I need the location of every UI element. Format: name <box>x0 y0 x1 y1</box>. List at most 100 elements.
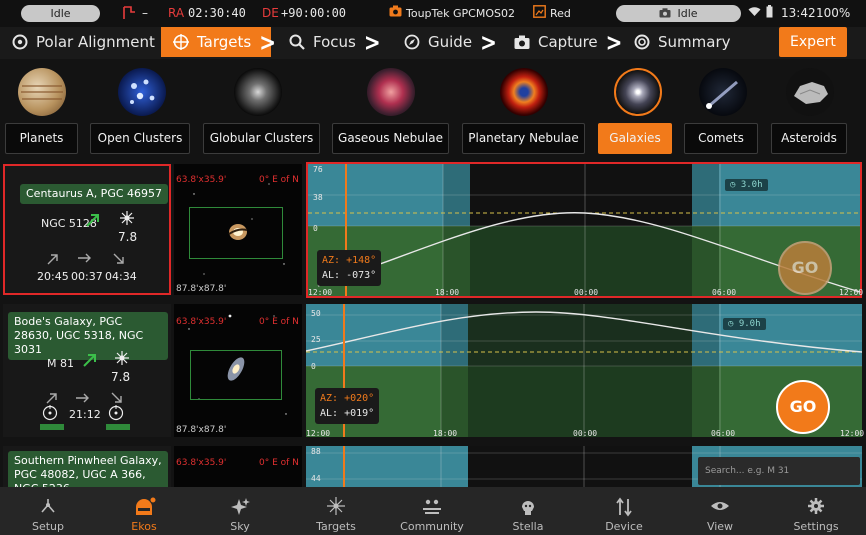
community-icon <box>422 497 442 515</box>
comet-image[interactable] <box>699 68 747 116</box>
clock-time: 13:42 <box>781 6 816 20</box>
search-icon <box>289 34 305 50</box>
setup-icon <box>38 497 58 515</box>
category-planetary-nebulae[interactable]: Planetary Nebulae <box>462 123 585 154</box>
expert-button[interactable]: Expert <box>779 27 847 57</box>
category-gaseous-nebulae[interactable]: Gaseous Nebulae <box>332 123 449 154</box>
nav-label: Targets <box>316 520 356 533</box>
nav-sky[interactable]: Sky <box>192 487 288 535</box>
y-tick: 76 <box>313 165 323 174</box>
al-value: AL: +019° <box>320 408 375 419</box>
altitude-chart[interactable]: 50 25 0 12:00 18:00 00:00 06:00 12:00 ◷ … <box>306 304 864 438</box>
tab-polar-alignment[interactable]: Polar Alignment > <box>0 27 180 57</box>
altitude-graph <box>308 164 860 296</box>
go-button[interactable]: GO <box>778 241 832 295</box>
nav-label: Sky <box>230 520 250 533</box>
summary-icon <box>634 34 650 50</box>
mount-status-pill[interactable]: Idle <box>21 5 100 22</box>
al-value: AL: -073° <box>322 270 377 281</box>
target-info-card[interactable]: Bode's Galaxy, PGC 28630, UGC 5318, NGC … <box>3 304 171 437</box>
tab-capture[interactable]: Capture > <box>508 27 623 57</box>
nav-label: Setup <box>31 520 65 533</box>
tracking-value: – <box>142 6 148 20</box>
ekos-icon <box>134 496 157 515</box>
set-time: 04:34 <box>105 270 137 283</box>
category-galaxies[interactable]: Galaxies <box>598 123 672 154</box>
az-al-readout: AZ: +148° AL: -073° <box>317 250 382 286</box>
battery-level: 100% <box>816 6 851 20</box>
chevron-right-icon: > <box>480 27 497 57</box>
nav-view[interactable]: View <box>672 487 768 535</box>
target-thumbnail[interactable]: 63.8'x35.9' 0° E of N <box>174 446 302 487</box>
go-button[interactable]: GO <box>776 380 830 434</box>
tab-label: Capture <box>538 33 598 51</box>
x-tick: 18:00 <box>433 429 458 438</box>
nav-device[interactable]: Device <box>576 487 672 535</box>
duration-value: 3.0h <box>740 180 763 190</box>
nav-ekos[interactable]: Ekos <box>96 487 192 535</box>
tab-guide[interactable]: Guide > <box>398 27 503 57</box>
nav-community[interactable]: Community <box>384 487 480 535</box>
x-tick: 12:00 <box>308 288 333 297</box>
az-value: AZ: +020° <box>320 393 375 404</box>
magnitude-icon <box>115 351 129 368</box>
filter-name: Red <box>550 7 571 20</box>
nav-targets[interactable]: Targets <box>288 487 384 535</box>
camera-icon <box>389 5 402 21</box>
ra-label: RA <box>168 6 185 20</box>
nebula-image[interactable] <box>367 68 415 116</box>
wifi-icon <box>748 6 761 21</box>
transit-time: 21:12 <box>69 408 101 421</box>
pleiades-image[interactable] <box>118 68 166 116</box>
y-tick: 0 <box>311 362 316 371</box>
sky-icon <box>230 497 250 515</box>
mount-tracking-icon <box>122 4 136 24</box>
nav-settings[interactable]: Settings <box>768 487 864 535</box>
eye-icon <box>710 497 730 515</box>
category-asteroids[interactable]: Asteroids <box>771 123 847 154</box>
x-tick: 06:00 <box>712 288 737 297</box>
tab-label: Polar Alignment <box>36 33 155 51</box>
rising-arrow-icon <box>83 353 97 370</box>
helix-nebula-image[interactable] <box>500 68 548 116</box>
target-info-card[interactable]: Southern Pinwheel Galaxy, PGC 48082, UGC… <box>3 446 171 487</box>
y-tick: 44 <box>311 474 321 483</box>
category-open-clusters[interactable]: Open Clusters <box>90 123 190 154</box>
galaxy-image[interactable] <box>614 68 662 116</box>
camera-status-pill[interactable]: Idle <box>616 5 741 22</box>
nav-label: Ekos <box>131 520 157 533</box>
category-comets[interactable]: Comets <box>684 123 758 154</box>
target-icon <box>173 34 189 50</box>
rise-time: 20:45 <box>37 270 69 283</box>
tab-targets[interactable]: Targets > <box>161 27 276 57</box>
rise-icon <box>47 253 59 268</box>
asteroid-image[interactable] <box>786 68 834 116</box>
status-bar: Idle – RA 02:30:40 DE +90:00:00 ToupTek … <box>0 0 866 27</box>
target-thumbnail[interactable]: 63.8'x35.9' 0° E of N 87.8'x87.8' <box>174 164 302 295</box>
chevron-right-icon: > <box>363 27 381 57</box>
app-root: Idle – RA 02:30:40 DE +90:00:00 ToupTek … <box>0 0 866 535</box>
stella-icon <box>518 497 538 515</box>
transit-time: 00:37 <box>71 270 103 283</box>
y-tick: 0 <box>313 224 318 233</box>
tab-focus[interactable]: Focus > <box>283 27 388 57</box>
set-icon <box>113 253 125 268</box>
target-info-card[interactable]: Centaurus A, PGC 46957 NGC 5128 7.8 20:4… <box>3 164 171 295</box>
altitude-chart[interactable]: 76 38 0 12:00 18:00 00:00 06:00 12:00 ◷ … <box>306 162 863 298</box>
globular-cluster-image[interactable] <box>234 68 282 116</box>
jupiter-image[interactable] <box>18 68 66 116</box>
de-label: DE <box>262 6 279 20</box>
search-input[interactable]: Search... e.g. M 31 <box>698 457 860 485</box>
target-thumbnail[interactable]: 63.8'x35.9' 0° E of N 87.8'x87.8' <box>174 304 302 437</box>
fov-rotation: 0° E of N <box>259 458 299 468</box>
category-globular-clusters[interactable]: Globular Clusters <box>203 123 320 154</box>
tab-summary[interactable]: Summary <box>628 27 738 57</box>
duration-badge: ◷ 3.0h <box>725 179 768 191</box>
chevron-right-icon: > <box>605 27 623 57</box>
nav-stella[interactable]: Stella <box>480 487 576 535</box>
category-planets[interactable]: Planets <box>5 123 78 154</box>
nav-setup[interactable]: Setup <box>0 487 96 535</box>
gear-icon <box>806 497 826 515</box>
target-row[interactable]: Bode's Galaxy, PGC 28630, UGC 5318, NGC … <box>0 304 866 442</box>
target-row[interactable]: Centaurus A, PGC 46957 NGC 5128 7.8 20:4… <box>0 161 866 300</box>
